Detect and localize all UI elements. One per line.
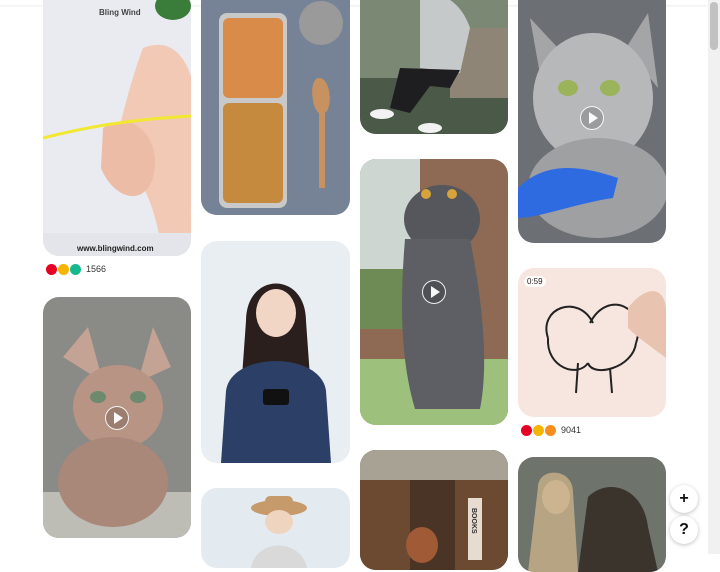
pin-woman-owl[interactable] xyxy=(518,457,666,572)
add-button[interactable]: + xyxy=(670,485,698,513)
pin-bento[interactable] xyxy=(201,0,350,215)
play-icon[interactable] xyxy=(580,106,604,130)
smile-icon xyxy=(58,263,69,275)
star-icon xyxy=(70,263,81,275)
smile-icon xyxy=(533,424,544,436)
pin-reactions: 1566 xyxy=(46,261,106,277)
help-button[interactable]: ? xyxy=(670,516,698,544)
pin-image xyxy=(201,241,350,463)
pin-image xyxy=(360,450,508,570)
heart-icon xyxy=(46,263,57,275)
wow-icon xyxy=(545,424,556,436)
play-icon[interactable] xyxy=(105,406,129,430)
pin-woman-camera[interactable] xyxy=(201,241,350,463)
pin-bookshelf[interactable]: BOOKS xyxy=(360,450,508,570)
video-duration: 0:59 xyxy=(524,276,546,287)
play-icon[interactable] xyxy=(422,280,446,304)
reaction-count: 1566 xyxy=(86,264,107,274)
books-sign: BOOKS xyxy=(470,508,477,534)
watermark-bottom: www.blingwind.com xyxy=(77,244,154,253)
pin-image xyxy=(518,268,666,417)
pin-image xyxy=(201,488,350,568)
heart-icon xyxy=(521,424,532,436)
pin-image xyxy=(518,457,666,572)
reaction-count: 9041 xyxy=(561,425,582,435)
pin-woman-bench[interactable] xyxy=(360,0,508,134)
pin-woman-hat[interactable] xyxy=(201,488,350,568)
pin-yarn[interactable]: Bling Wind www.blingwind.com xyxy=(43,0,191,256)
pin-drawing[interactable]: 0:59 xyxy=(518,268,666,417)
pin-sphynx[interactable] xyxy=(43,297,191,538)
pin-image xyxy=(360,0,508,134)
scrollbar[interactable] xyxy=(708,0,720,554)
pin-reactions: 9041 xyxy=(521,422,581,438)
watermark-top: Bling Wind xyxy=(99,8,141,17)
pin-image xyxy=(201,0,350,215)
scrollbar-thumb[interactable] xyxy=(710,2,718,50)
pin-scottish-fold[interactable] xyxy=(360,159,508,425)
pin-image xyxy=(43,0,191,256)
pin-silver-cat[interactable] xyxy=(518,0,666,243)
